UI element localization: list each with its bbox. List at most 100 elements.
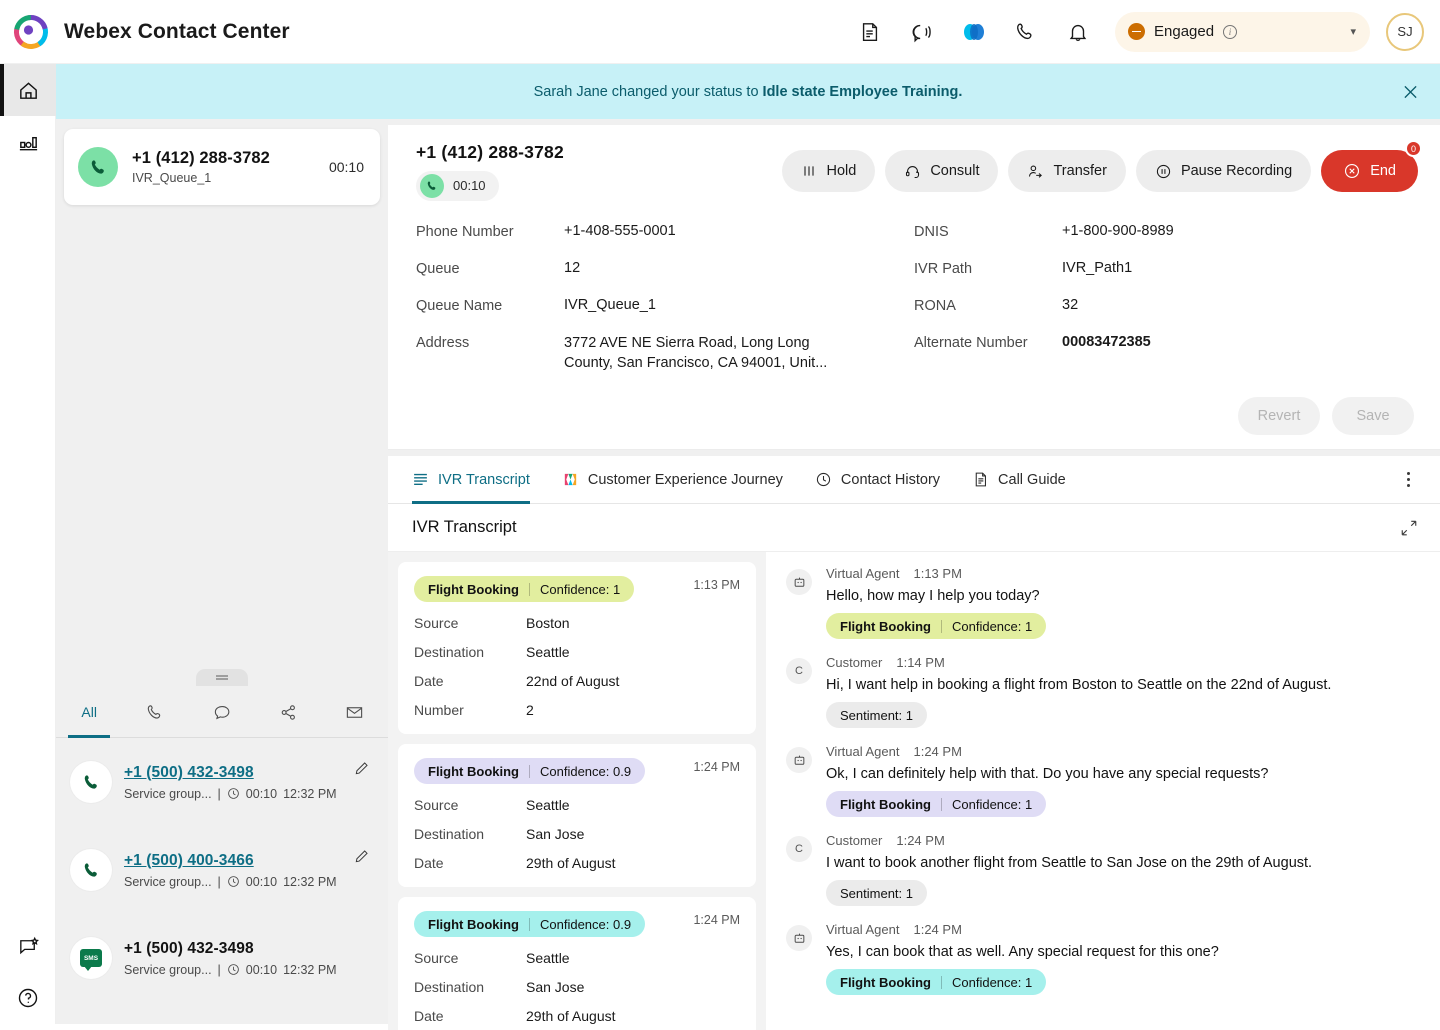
- tab-social[interactable]: [255, 686, 321, 738]
- detail-row: IVR Path IVR_Path1: [914, 260, 1412, 297]
- webex-app-icon[interactable]: [951, 9, 997, 55]
- tab-call-guide[interactable]: Call Guide: [956, 456, 1082, 504]
- agent-status-selector[interactable]: Engaged i ▾: [1115, 11, 1370, 52]
- message-pill-wrap: Flight Booking Confidence: 1: [826, 613, 1047, 639]
- tab-ivr-transcript[interactable]: IVR Transcript: [412, 456, 546, 504]
- intent-field-value: San Jose: [526, 826, 585, 842]
- pause-bars-icon: [801, 163, 817, 179]
- expand-icon[interactable]: [1400, 519, 1418, 537]
- intent-field-label: Source: [414, 797, 459, 813]
- phone-icon[interactable]: [1003, 9, 1049, 55]
- transcript-message: Virtual Agent 1:24 PM Ok, I can definite…: [786, 744, 1420, 817]
- pencil-icon[interactable]: [353, 848, 370, 865]
- tab-all[interactable]: All: [56, 686, 122, 738]
- tab-contact-history-label: Contact History: [840, 471, 941, 488]
- message-text: Hello, how may I help you today?: [826, 588, 1040, 604]
- notes-icon[interactable]: [847, 9, 893, 55]
- message-body: Customer 1:24 PM I want to book another …: [826, 833, 1312, 906]
- end-call-button[interactable]: End 0: [1321, 140, 1422, 192]
- intent-field-value: Seattle: [526, 950, 570, 966]
- list-item[interactable]: +1 (500) 432-3498 Service group... | 00:…: [56, 738, 388, 826]
- consult-button[interactable]: Consult: [885, 150, 999, 192]
- intent-name: Flight Booking: [840, 974, 931, 990]
- revert-button[interactable]: Revert: [1238, 397, 1320, 435]
- banner-prefix: Sarah Jane changed your status to: [533, 83, 763, 100]
- phone-icon: [78, 147, 118, 187]
- help-icon: [16, 986, 40, 1010]
- pause-circle-icon: [1155, 163, 1172, 180]
- sidebar-item-feedback[interactable]: [0, 920, 56, 972]
- avatar[interactable]: SJ: [1386, 12, 1424, 51]
- intent-card[interactable]: 1:24 PM Flight Booking Confidence: 0.9 S…: [398, 744, 756, 887]
- feedback-icon: [17, 935, 40, 958]
- app-header: Webex Contact Center Engaged i ▾ SJ: [0, 0, 1440, 64]
- bell-icon[interactable]: [1055, 9, 1101, 55]
- clock-icon: [227, 875, 240, 888]
- tab-calls[interactable]: [122, 686, 188, 738]
- message-text: I want to book another flight from Seatt…: [826, 855, 1313, 871]
- pencil-icon[interactable]: [353, 760, 370, 777]
- sidebar-item-help[interactable]: [0, 972, 56, 1024]
- end-call-icon: [1343, 162, 1361, 180]
- hold-button[interactable]: Hold: [782, 150, 876, 192]
- bot-icon: [786, 925, 812, 951]
- status-change-banner: Sarah Jane changed your status to Idle s…: [56, 64, 1440, 119]
- sms-badge: SMS: [80, 949, 102, 971]
- sentiment-pill: Sentiment: 1: [826, 880, 927, 906]
- list-item[interactable]: Jason Walsch: [56, 1002, 388, 1024]
- list-item[interactable]: SMS +1 (500) 432-3498 Service group... |…: [56, 914, 388, 1002]
- chat-transcript-column: Virtual Agent 1:13 PM Hello, how may I h…: [766, 552, 1440, 1030]
- message-time: 1:13 PM: [913, 566, 962, 581]
- phone-icon: [420, 173, 444, 198]
- tab-chats[interactable]: [189, 686, 255, 738]
- intent-field-label: Destination: [414, 979, 485, 995]
- home-icon: [17, 79, 40, 102]
- tab-customer-experience-journey[interactable]: Customer Experience Journey: [546, 456, 799, 504]
- detail-row: DNIS +1-800-900-8989: [914, 223, 1412, 260]
- message-body: Customer 1:14 PM Hi, I want help in book…: [826, 655, 1331, 728]
- intent-card-time: 1:24 PM: [693, 760, 740, 774]
- intent-card[interactable]: 1:24 PM Flight Booking Confidence: 0.9 S…: [398, 897, 756, 1030]
- tab-contact-history[interactable]: Contact History: [799, 456, 956, 504]
- intent-field-label: Source: [414, 950, 459, 966]
- intent-field: Date 29th of August: [414, 1008, 740, 1024]
- rail-bottom: [0, 920, 56, 1024]
- intent-confidence: Confidence: 1: [951, 974, 1033, 990]
- intent-pill: Flight Booking Confidence: 1: [414, 576, 635, 602]
- consult-label: Consult: [930, 163, 980, 179]
- intent-field-value: Seattle: [526, 797, 570, 813]
- intent-card[interactable]: 1:13 PM Flight Booking Confidence: 1 Sou…: [398, 562, 756, 734]
- intent-name: Flight Booking: [428, 581, 519, 597]
- brand: Webex Contact Center: [0, 13, 290, 51]
- message-author: Virtual Agent: [826, 566, 900, 581]
- more-vertical-icon[interactable]: [1399, 464, 1418, 496]
- detail-value: IVR_Path1: [1062, 260, 1133, 276]
- close-icon[interactable]: [1397, 78, 1424, 105]
- panel-resize-handle[interactable]: [196, 669, 248, 686]
- list-item[interactable]: +1 (500) 400-3466 Service group... | 00:…: [56, 826, 388, 914]
- info-icon[interactable]: i: [1223, 24, 1238, 39]
- intent-field: Destination San Jose: [414, 826, 740, 842]
- intent-field: Source Boston: [414, 615, 740, 631]
- list-item-title[interactable]: +1 (500) 400-3466: [124, 852, 337, 870]
- active-task-card[interactable]: +1 (412) 288-3782 IVR_Queue_1 00:10: [64, 129, 380, 205]
- intent-field: Source Seattle: [414, 797, 740, 813]
- list-item-title[interactable]: +1 (500) 432-3498: [124, 764, 337, 782]
- sidebar-item-analytics[interactable]: [0, 116, 56, 168]
- intent-name: Flight Booking: [428, 916, 519, 932]
- list-item-title[interactable]: +1 (500) 432-3498: [124, 940, 337, 958]
- status-dot-icon: [1128, 23, 1145, 40]
- save-button[interactable]: Save: [1332, 397, 1414, 435]
- transcript-lines-icon: [412, 471, 429, 488]
- header-actions: Engaged i ▾ SJ: [847, 9, 1440, 55]
- sidebar-item-home[interactable]: [0, 64, 56, 116]
- sentiment-value: Sentiment: 1: [840, 707, 913, 723]
- pause-recording-button[interactable]: Pause Recording: [1135, 150, 1312, 192]
- tab-email[interactable]: [322, 686, 388, 738]
- intent-name: Flight Booking: [840, 618, 931, 634]
- detail-row: RONA 32: [914, 297, 1412, 334]
- transfer-button[interactable]: Transfer: [1008, 150, 1126, 192]
- intent-field-label: Destination: [414, 826, 485, 842]
- intent-field-label: Source: [414, 615, 459, 631]
- outdial-icon[interactable]: [899, 9, 945, 55]
